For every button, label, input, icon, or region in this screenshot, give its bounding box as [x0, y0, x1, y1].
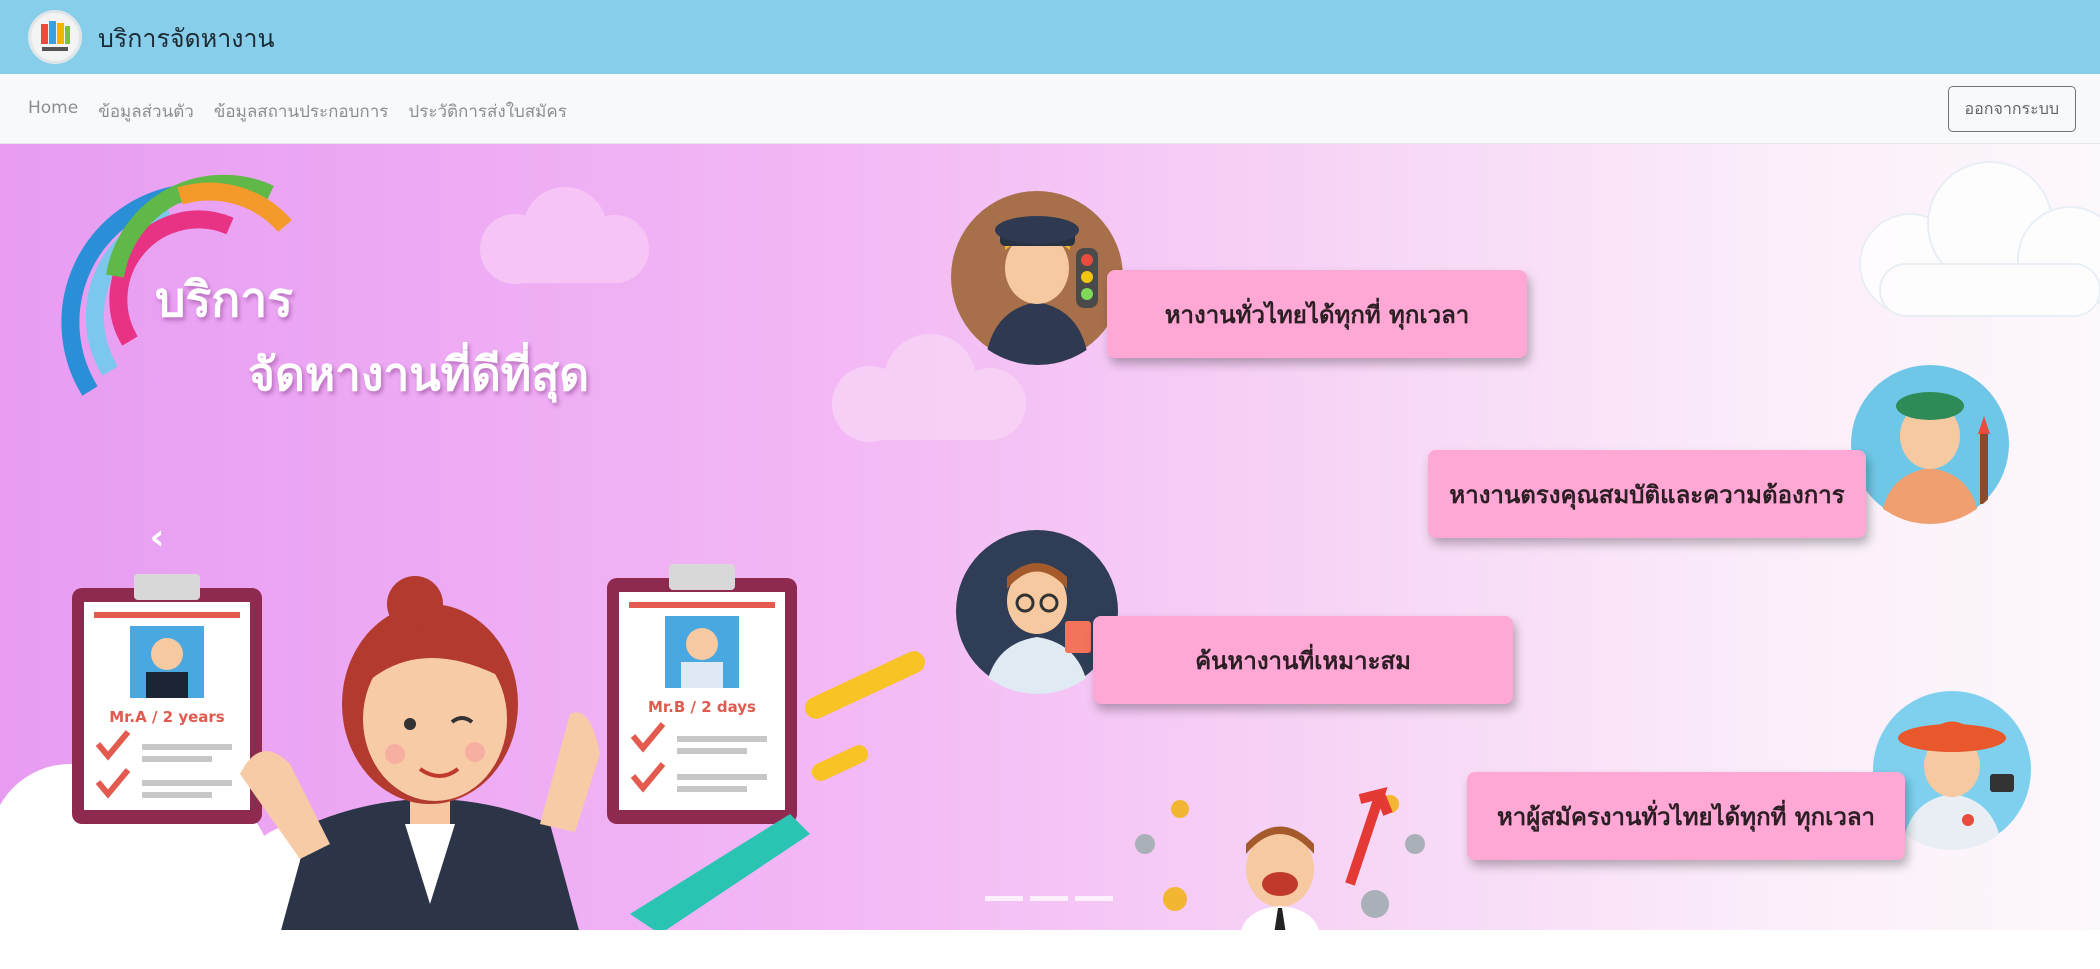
hero-title-line2: จัดหางานที่ดีที่สุด: [248, 347, 590, 401]
nav-links: Home ข้อมูลส่วนตัว ข้อมูลสถานประกอบการ ป…: [28, 98, 567, 125]
avatar-conductor: [951, 191, 1123, 365]
avatar-artist: [1851, 365, 2009, 524]
nav-link-business[interactable]: ข้อมูลสถานประกอบการ: [214, 98, 389, 125]
feature-bubble-4: หาผู้สมัครงานทั่วไทยได้ทุกที่ ทุกเวลา: [1467, 772, 1905, 860]
nav-link-profile[interactable]: ข้อมูลส่วนตัว: [98, 98, 194, 125]
feature-bubble-2: หางานตรงคุณสมบัติและความต้องการ: [1428, 450, 1866, 538]
nav-link-history[interactable]: ประวัติการส่งใบสมัคร: [408, 98, 566, 125]
nav-link-home[interactable]: Home: [28, 98, 78, 125]
page-content-area: [0, 930, 2100, 969]
money-man-illustration: [1135, 786, 1425, 930]
chevron-left-icon: ‹: [149, 517, 165, 558]
brand-title[interactable]: บริการจัดหางาน: [98, 19, 275, 59]
carousel-indicator-2[interactable]: [1030, 896, 1068, 901]
feature-bubble-3: ค้นหางานที่เหมาะสม: [1093, 616, 1513, 704]
decorative-stripes: [630, 651, 925, 930]
carousel-indicator-1[interactable]: [985, 896, 1023, 901]
clipboard-a-label: Mr.A / 2 years: [109, 708, 225, 726]
feature-bubble-1: หางานทั่วไทยได้ทุกที่ ทุกเวลา: [1107, 270, 1527, 358]
logout-button[interactable]: ออกจากระบบ: [1947, 86, 2076, 132]
carousel-prev-control[interactable]: ‹: [140, 518, 174, 558]
hero-carousel: บริการ จัดหางานที่ดีที่สุด ‹ Mr.A / 2 ye…: [0, 144, 2100, 930]
cloud-icon: [1859, 161, 2100, 317]
nav-bar: Home ข้อมูลส่วนตัว ข้อมูลสถานประกอบการ ป…: [0, 74, 2100, 144]
carousel-indicator-3[interactable]: [1075, 896, 1113, 901]
cloud-icon: [480, 187, 649, 284]
app-logo-icon[interactable]: [28, 10, 82, 64]
hero-title-line1: บริการ: [155, 272, 294, 328]
top-header: บริการจัดหางาน: [0, 0, 2100, 74]
woman-illustration: [240, 576, 600, 930]
